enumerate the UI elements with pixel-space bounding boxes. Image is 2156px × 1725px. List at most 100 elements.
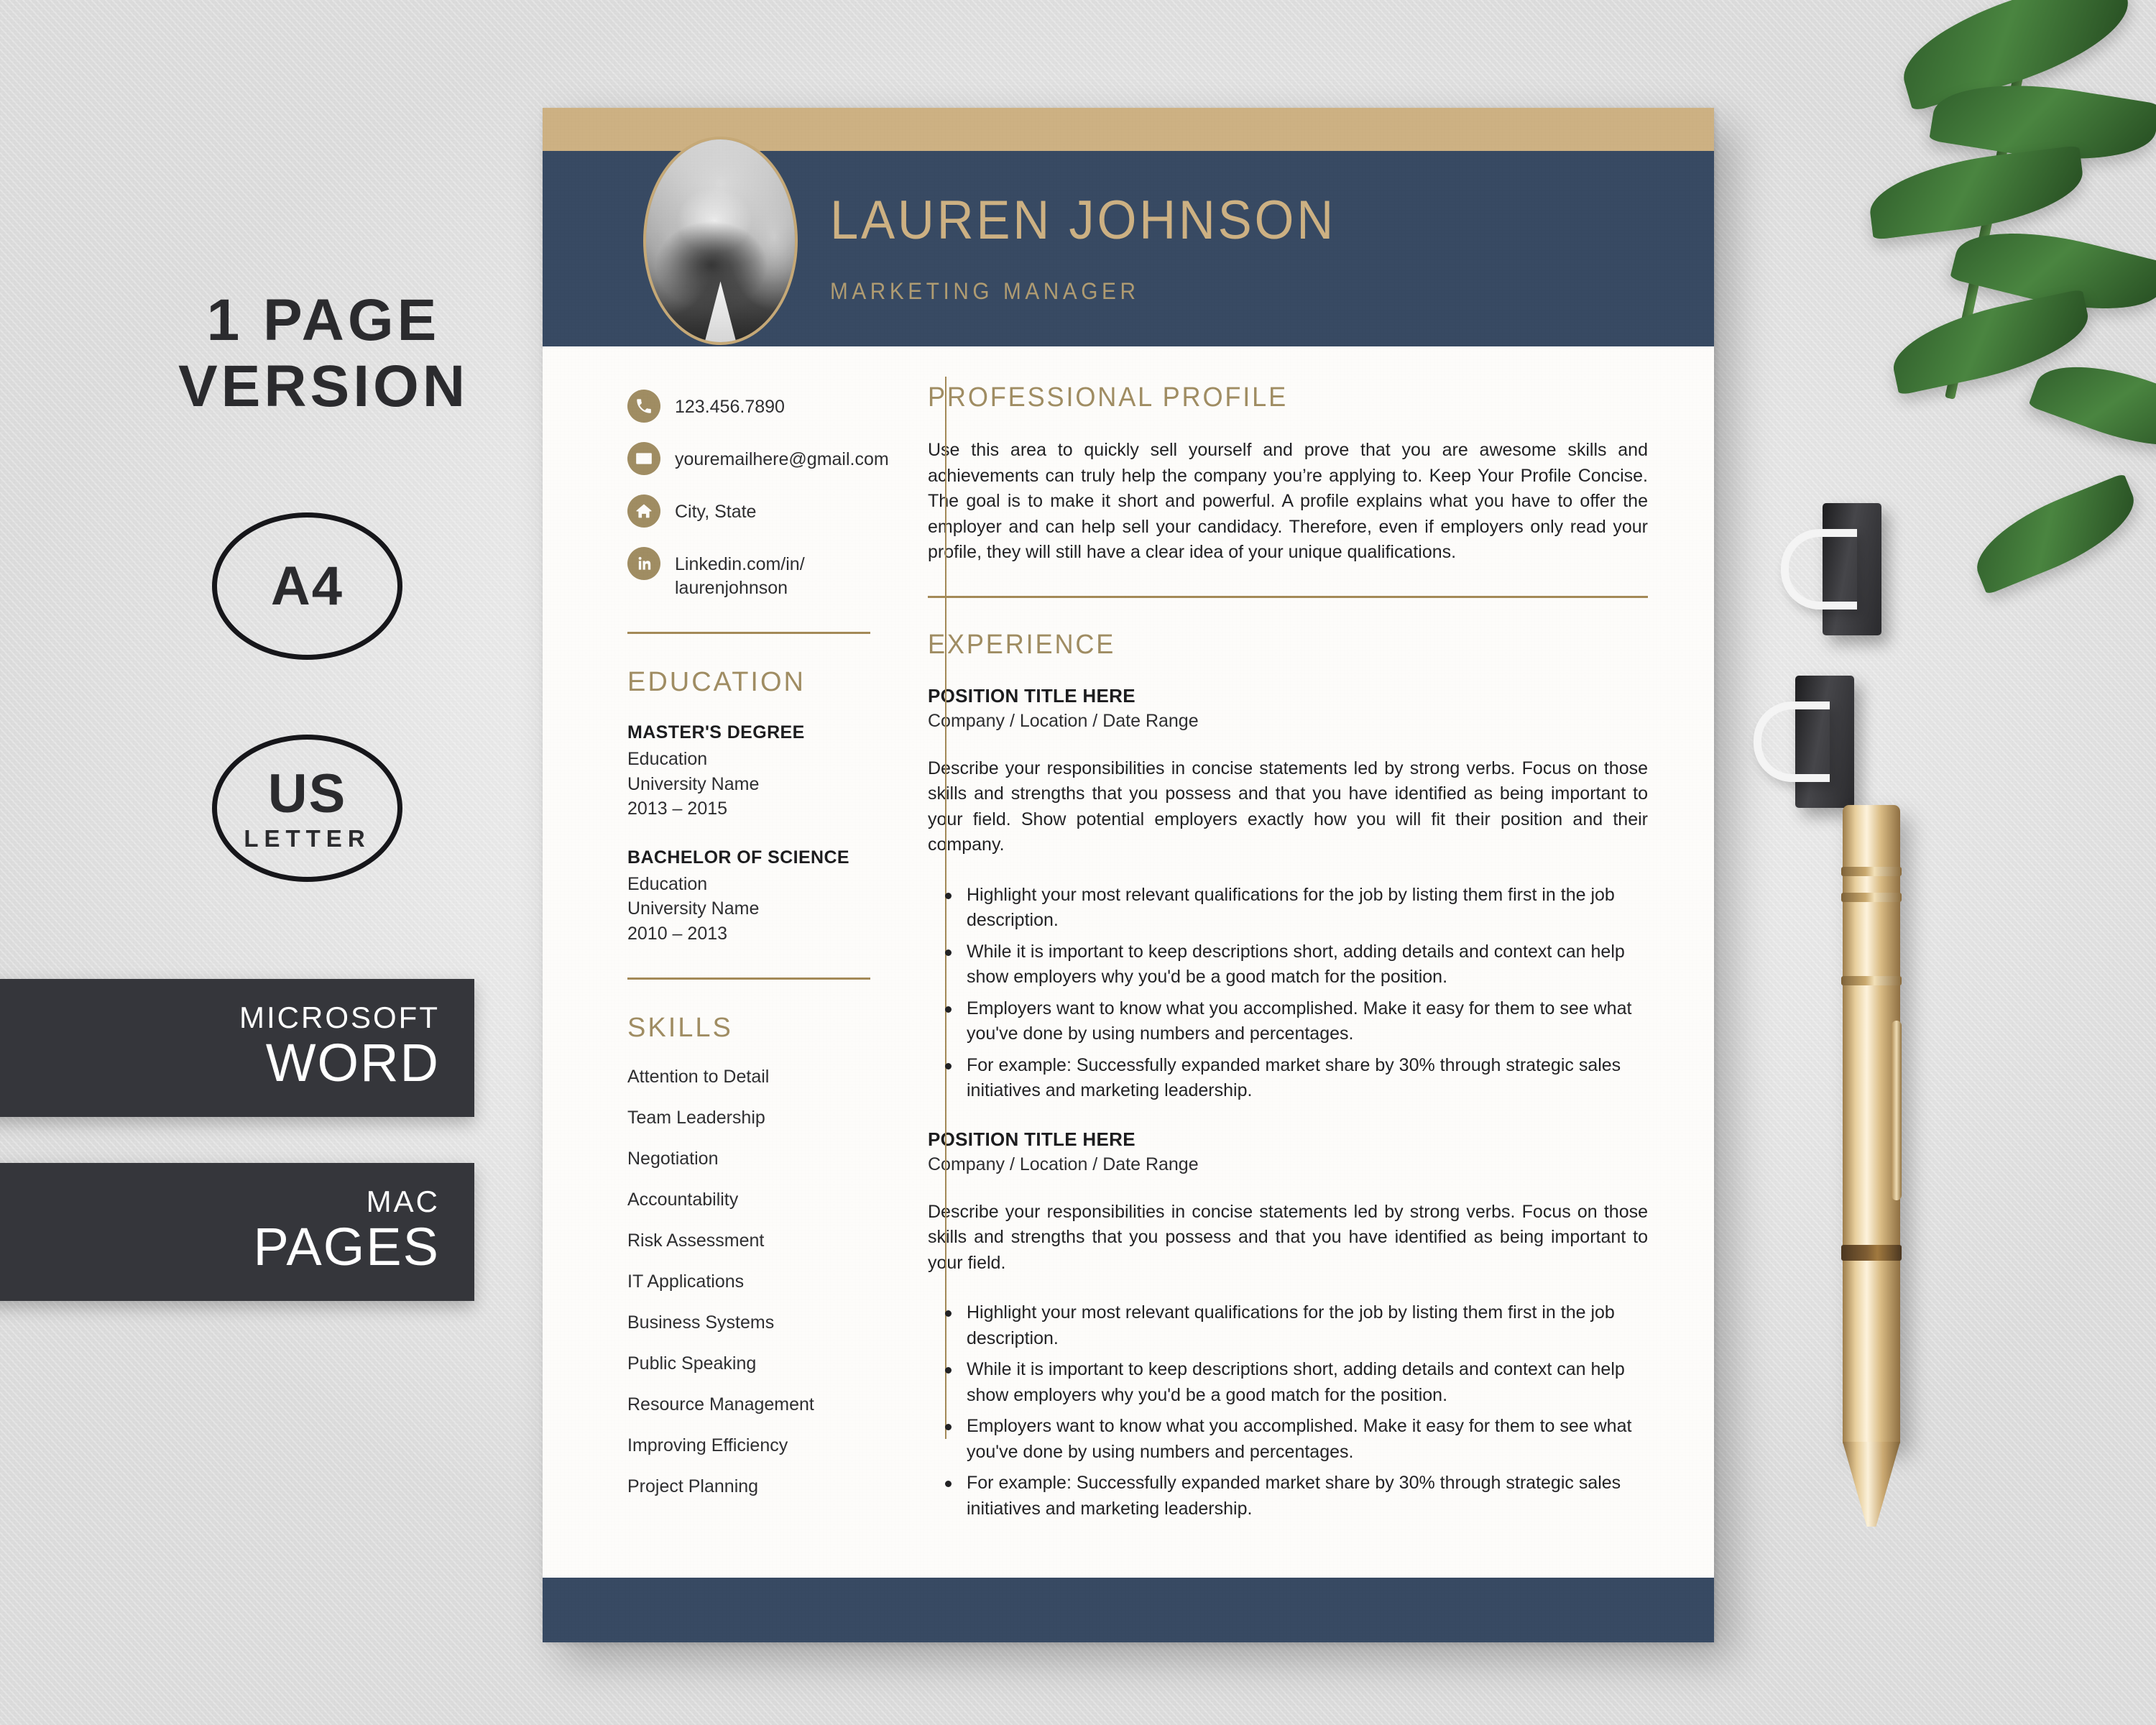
- format-box-word: MICROSOFT WORD: [0, 979, 474, 1117]
- job-meta: Company / Location / Date Range: [928, 710, 1199, 731]
- list-item: Accountability: [627, 1190, 739, 1210]
- pen-shaft: [1843, 805, 1900, 1445]
- education-dates: 2013 – 2015: [627, 799, 728, 819]
- contact-row-linkedin[interactable]: Linkedin.com/in/ laurenjohnson: [627, 547, 870, 600]
- resume-sheet: LAUREN JOHNSON MARKETING MANAGER 123.456…: [543, 108, 1714, 1642]
- pen-ring: [1841, 976, 1902, 985]
- section-heading-education: EDUCATION: [627, 667, 806, 697]
- binder-clip-arm: [1781, 529, 1857, 610]
- pen-grip-band: [1841, 1245, 1902, 1261]
- linkedin-icon: [627, 547, 660, 580]
- list-item: Attention to Detail: [627, 1067, 770, 1087]
- list-item: Resource Management: [627, 1394, 814, 1414]
- list-item: Highlight your most relevant qualificati…: [945, 1300, 1648, 1351]
- avatar: [643, 137, 798, 345]
- education-school: University Name: [627, 898, 760, 919]
- contact-linkedin-text: Linkedin.com/in/ laurenjohnson: [675, 554, 805, 598]
- column-divider: [945, 377, 946, 1439]
- divider-skills: [627, 978, 870, 980]
- format-box-pages-big: PAGES: [253, 1217, 440, 1277]
- contact-phone-text: 123.456.7890: [675, 397, 785, 417]
- education-field: Education: [627, 873, 708, 894]
- binder-clip-arm: [1754, 702, 1830, 782]
- job-bullet-list: Highlight your most relevant qualificati…: [928, 883, 1648, 1104]
- phone-icon: [627, 390, 660, 423]
- skills-list: Attention to Detail Team Leadership Nego…: [627, 1068, 870, 1496]
- binder-clip-body: [1795, 676, 1854, 808]
- job-title: POSITION TITLE HERE: [928, 1128, 1135, 1150]
- sidebar-column: 123.456.7890 youremailhere@gmail.com Cit…: [543, 382, 895, 1548]
- list-item: Negotiation: [627, 1149, 719, 1169]
- format-box-pages-small: MAC: [366, 1184, 440, 1219]
- pen-pocket-clip: [1892, 1021, 1902, 1200]
- badge-us-letter: US LETTER: [212, 735, 402, 882]
- promo-title-line2: VERSION: [178, 353, 469, 419]
- list-item: For example: Successfully expanded marke…: [945, 1053, 1648, 1104]
- format-box-word-big: WORD: [265, 1033, 440, 1093]
- list-item: Highlight your most relevant qualificati…: [945, 883, 1648, 934]
- contact-row-location[interactable]: City, State: [627, 494, 870, 528]
- job-title: POSITION TITLE HERE: [928, 684, 1135, 707]
- pen: [1825, 805, 1917, 1545]
- education-degree: BACHELOR OF SCIENCE: [627, 847, 850, 868]
- pen-ring: [1841, 893, 1902, 902]
- list-item: For example: Successfully expanded marke…: [945, 1471, 1648, 1522]
- list-item: Business Systems: [627, 1312, 775, 1333]
- badge-a4: A4: [212, 512, 402, 660]
- education-school: University Name: [627, 773, 760, 794]
- leaf-icon: [2028, 344, 2156, 468]
- main-column: PROFESSIONAL PROFILE Use this area to qu…: [895, 382, 1714, 1548]
- header-text-block: LAUREN JOHNSON MARKETING MANAGER: [830, 193, 1374, 305]
- list-item: Employers want to know what you accompli…: [945, 1414, 1648, 1465]
- leaf-icon: [1929, 69, 2156, 175]
- badge-a4-label: A4: [270, 555, 344, 617]
- education-field: Education: [627, 749, 708, 769]
- section-heading-profile: PROFESSIONAL PROFILE: [928, 382, 1289, 413]
- leaf-icon: [1865, 145, 2088, 240]
- divider-experience: [928, 595, 1648, 598]
- job-role-subtitle: MARKETING MANAGER: [830, 277, 1140, 304]
- leaf-icon: [1949, 213, 2156, 329]
- education-degree: MASTER'S DEGREE: [627, 722, 805, 742]
- job-description: Describe your responsibilities in concis…: [928, 758, 1648, 855]
- contact-row-email[interactable]: youremailhere@gmail.com: [627, 442, 889, 475]
- pen-ring: [1841, 867, 1902, 876]
- promo-panel: 1 PAGE VERSION A4 US LETTER MICROSOFT WO…: [0, 0, 546, 1725]
- page-title: LAUREN JOHNSON: [830, 189, 1337, 251]
- job-bullet-list: Highlight your most relevant qualificati…: [928, 1300, 1648, 1522]
- promo-title-line1: 1 PAGE: [206, 288, 441, 353]
- badge-letter-label: LETTER: [244, 824, 371, 852]
- binder-clip: [1781, 503, 1881, 635]
- binder-clip: [1754, 676, 1854, 808]
- list-item: IT Applications: [627, 1271, 745, 1292]
- list-item: Public Speaking: [627, 1353, 757, 1374]
- list-item: Risk Assessment: [627, 1230, 765, 1251]
- resume-body: 123.456.7890 youremailhere@gmail.com Cit…: [543, 346, 1714, 1548]
- contact-row-phone[interactable]: 123.456.7890: [627, 390, 870, 423]
- format-box-pages: MAC PAGES: [0, 1163, 474, 1301]
- leaf-icon: [1890, 0, 2142, 112]
- list-item: Team Leadership: [627, 1108, 765, 1128]
- leaf-icon: [1885, 288, 2096, 396]
- contact-list: 123.456.7890 youremailhere@gmail.com Cit…: [627, 390, 889, 600]
- divider-education: [627, 632, 870, 634]
- education-item: MASTER'S DEGREE Education University Nam…: [627, 722, 870, 822]
- list-item: While it is important to keep descriptio…: [945, 939, 1648, 990]
- pen-tip: [1843, 1442, 1900, 1527]
- home-icon: [627, 494, 660, 528]
- experience-item: POSITION TITLE HERE Company / Location /…: [928, 1128, 1648, 1522]
- contact-email-text: youremailhere@gmail.com: [675, 449, 889, 469]
- format-box-word-small: MICROSOFT: [239, 1000, 440, 1035]
- plant-stem: [1945, 32, 2032, 400]
- contact-location-text: City, State: [675, 502, 757, 522]
- section-heading-skills: SKILLS: [627, 1013, 733, 1043]
- job-meta: Company / Location / Date Range: [928, 1154, 1199, 1174]
- list-item: Employers want to know what you accompli…: [945, 996, 1648, 1047]
- leaf-icon: [1963, 473, 2147, 595]
- list-item: While it is important to keep descriptio…: [945, 1357, 1648, 1408]
- list-item: Project Planning: [627, 1476, 759, 1496]
- avatar-photo: [646, 139, 795, 342]
- envelope-icon: [627, 442, 660, 475]
- badge-us-label: US: [267, 763, 347, 824]
- education-item: BACHELOR OF SCIENCE Education University…: [627, 847, 870, 947]
